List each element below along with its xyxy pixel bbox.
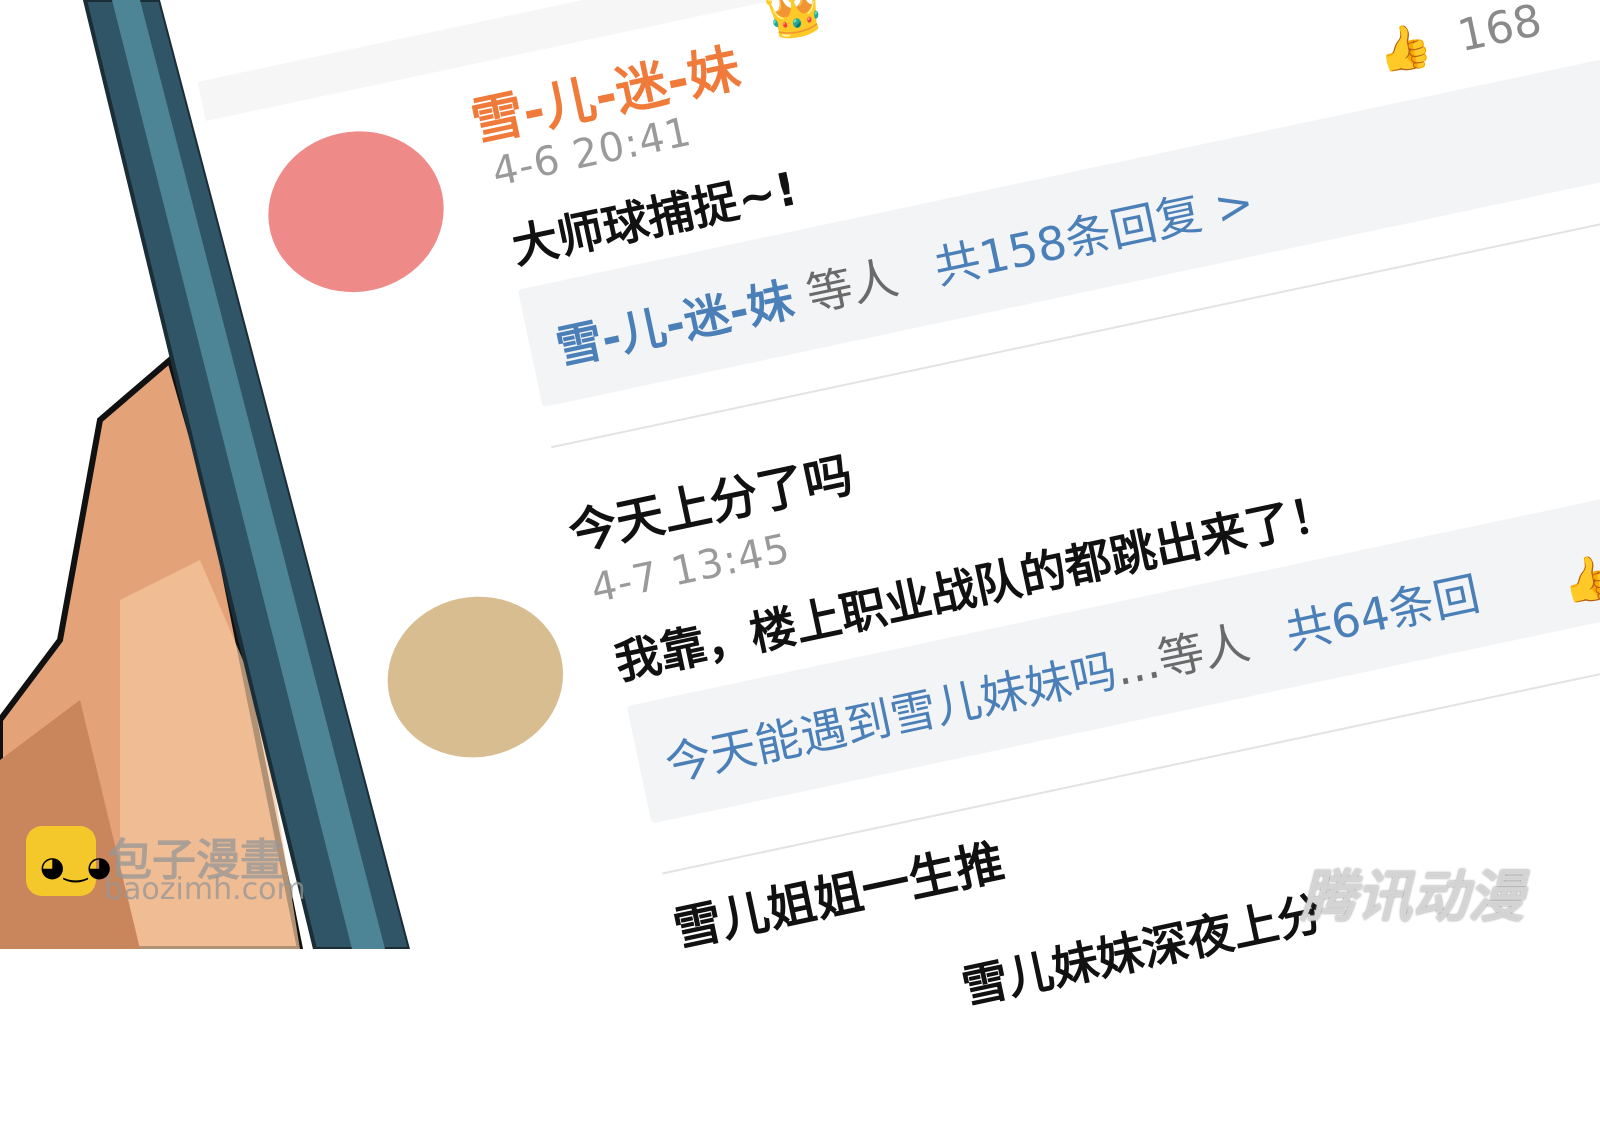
- watermark-url: baozimh.com: [104, 872, 306, 907]
- reply-author[interactable]: 雪-儿-迷-妹: [551, 272, 798, 375]
- like-button[interactable]: 👍 168: [1372, 0, 1546, 79]
- thumbs-up-icon: 👍: [1372, 18, 1437, 80]
- avatar[interactable]: [372, 580, 579, 774]
- reply-suffix: ...等人: [1110, 615, 1255, 697]
- comment-content: 雪儿妹妹深夜上分: [957, 885, 1329, 1015]
- crown-icon: 👑: [761, 0, 829, 46]
- reply-count-link[interactable]: 共64条回: [1281, 566, 1484, 660]
- bun-icon: ◕‿◕: [40, 850, 112, 883]
- like-count: 168: [1453, 0, 1547, 63]
- reply-suffix: 等人: [787, 250, 903, 326]
- watermark-right: 腾讯动漫: [1300, 865, 1524, 930]
- baozi-logo: ◕‿◕: [26, 826, 111, 896]
- header-strip: [197, 0, 1576, 121]
- reply-count-link[interactable]: 共158条回复 >: [929, 175, 1258, 295]
- comment-username[interactable]: 雪儿姐姐一生推: [666, 822, 1009, 960]
